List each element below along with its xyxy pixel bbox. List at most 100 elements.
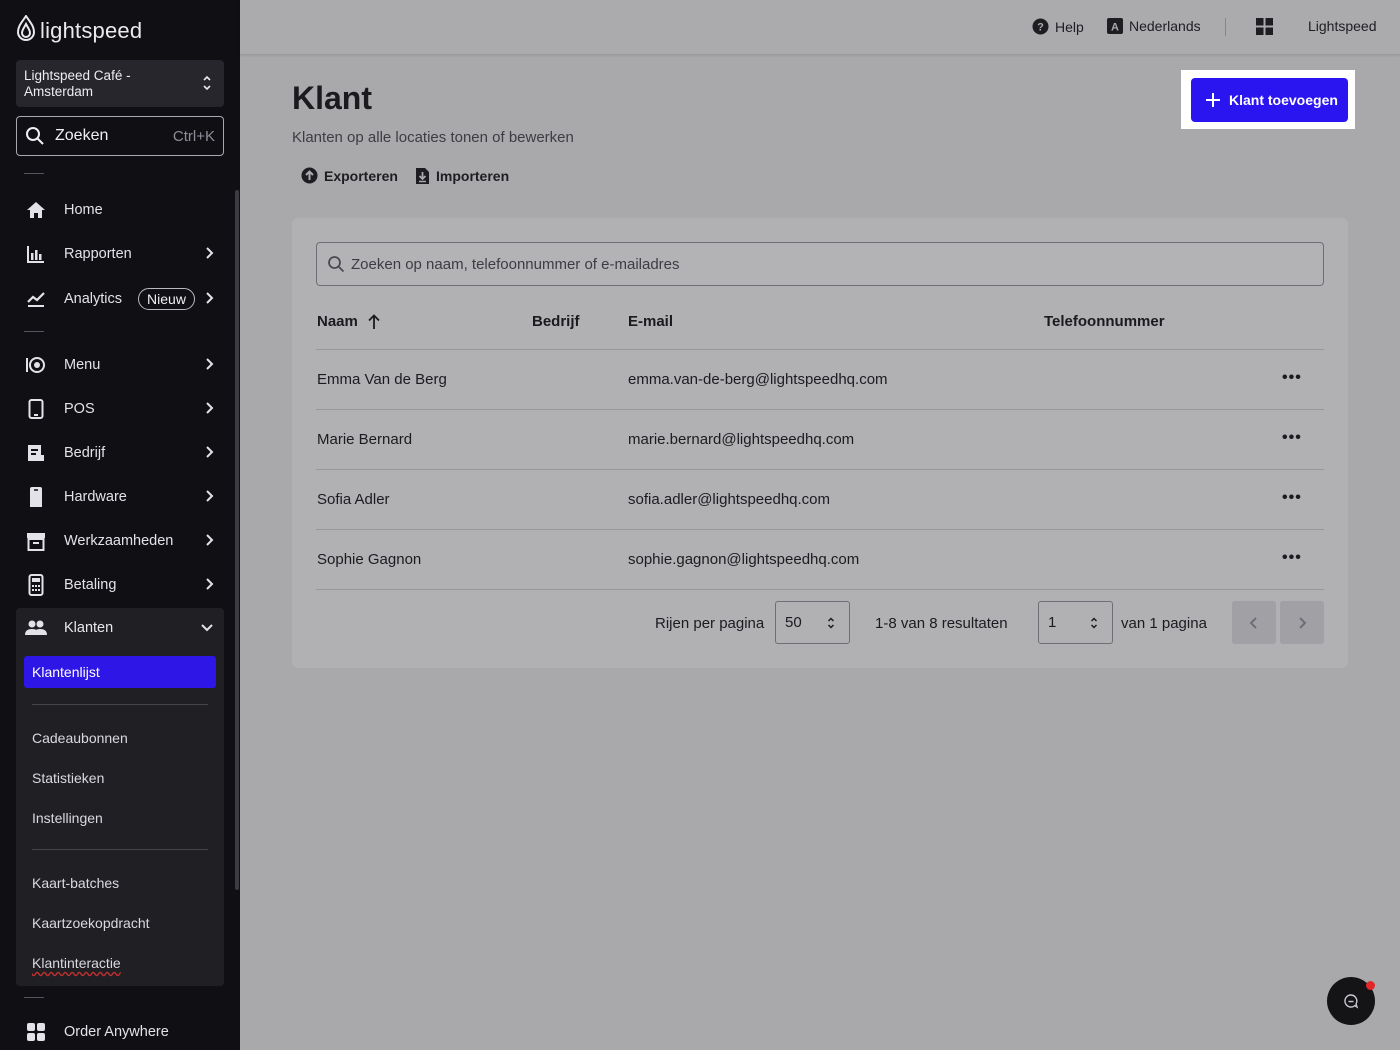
customers-submenu: Klanten Klantenlijst Cadeaubonnen Statis…: [16, 608, 224, 986]
upload-icon: [301, 167, 318, 184]
help-label: Help: [1055, 18, 1084, 35]
app-switcher-button[interactable]: [1256, 18, 1273, 35]
account-label: Lightspeed: [1308, 18, 1377, 34]
column-header-telefoonnummer[interactable]: Telefoonnummer: [1044, 313, 1165, 330]
row-more-icon[interactable]: •••: [1282, 549, 1302, 567]
import-button[interactable]: Importeren: [415, 167, 509, 185]
business-icon: [24, 441, 48, 465]
chevron-right-icon: [206, 402, 214, 414]
sidebar-item-kaart-batches[interactable]: Kaart-batches: [32, 875, 119, 891]
rows-per-page-value: 50: [785, 614, 802, 631]
column-header-naam[interactable]: Naam: [317, 313, 380, 330]
sidebar-item-label: Werkzaamheden: [64, 533, 174, 549]
help-link[interactable]: ? Help: [1032, 18, 1084, 35]
users-icon: [24, 616, 48, 640]
sidebar-item-statistieken[interactable]: Statistieken: [32, 770, 104, 786]
sidebar-item-bedrijf[interactable]: Bedrijf: [16, 433, 224, 473]
sidebar-item-rapporten[interactable]: Rapporten: [16, 234, 224, 274]
sidebar-item-home[interactable]: Home: [16, 190, 224, 230]
plus-icon: [1206, 93, 1220, 107]
sidebar-item-instellingen[interactable]: Instellingen: [32, 810, 103, 826]
menu-icon: [24, 353, 48, 377]
search-shortcut: Ctrl+K: [172, 127, 215, 145]
sidebar-item-label: Menu: [64, 357, 101, 373]
import-label: Importeren: [436, 168, 510, 184]
topbar-divider: [1225, 18, 1226, 36]
sidebar-item-label: Rapporten: [64, 246, 132, 262]
tablet-icon: [24, 397, 48, 421]
export-button[interactable]: Exporteren: [301, 167, 398, 184]
previous-page-button[interactable]: [1232, 601, 1276, 644]
rows-per-page-select[interactable]: 50: [775, 601, 850, 644]
updown-chevron-icon: [203, 75, 211, 91]
page-number-value: 1: [1048, 614, 1057, 631]
flame-logo-icon: [16, 13, 36, 48]
bar-chart-icon: [24, 242, 48, 266]
customer-email: marie.bernard@lightspeedhq.com: [628, 431, 855, 448]
svg-text:A: A: [1111, 22, 1119, 34]
home-icon: [24, 198, 48, 222]
location-switcher[interactable]: Lightspeed Café - Amsterdam: [16, 60, 224, 107]
global-search[interactable]: Zoeken Ctrl+K: [16, 116, 224, 156]
grid-apps-icon: [24, 1020, 48, 1044]
sidebar-item-cadeaubonnen[interactable]: Cadeaubonnen: [32, 730, 128, 746]
chevron-right-icon: [206, 490, 214, 502]
chevron-right-icon: [206, 534, 214, 546]
sidebar-item-menu[interactable]: Menu: [16, 345, 224, 385]
customers-card: Zoeken op naam, telefoonnummer of e-mail…: [292, 218, 1348, 668]
row-more-icon[interactable]: •••: [1282, 489, 1302, 507]
row-divider: [316, 349, 1324, 350]
chevron-right-icon: [1299, 616, 1307, 629]
search-icon: [26, 127, 44, 145]
next-page-button[interactable]: [1280, 601, 1324, 644]
row-more-icon[interactable]: •••: [1282, 429, 1302, 447]
sidebar-item-betaling[interactable]: Betaling: [16, 565, 224, 605]
notification-dot: [1366, 981, 1375, 990]
svg-text:?: ?: [1037, 22, 1044, 34]
sidebar-item-analytics[interactable]: Analytics Nieuw: [16, 279, 224, 319]
customer-search-input[interactable]: Zoeken op naam, telefoonnummer of e-mail…: [316, 242, 1324, 286]
sidebar-item-label: Home: [64, 202, 103, 218]
account-menu[interactable]: Lightspeed: [1308, 18, 1377, 34]
sidebar-item-hardware[interactable]: Hardware: [16, 477, 224, 517]
sidebar-item-klantinteractie[interactable]: Klantinteractie: [32, 955, 121, 971]
column-header-bedrijf[interactable]: Bedrijf: [532, 313, 580, 330]
divider: [24, 173, 44, 174]
logo-text: lightspeed: [40, 18, 143, 43]
divider: [32, 849, 208, 850]
page-number-select[interactable]: 1: [1038, 601, 1113, 644]
language-selector[interactable]: A Nederlands: [1107, 18, 1201, 34]
add-customer-button[interactable]: Klant toevoegen: [1191, 78, 1348, 122]
page-subtitle: Klanten op alle locaties tonen of bewerk…: [292, 129, 574, 146]
customer-email: sofia.adler@lightspeedhq.com: [628, 491, 831, 508]
sidebar-item-label: Hardware: [64, 489, 127, 505]
chevron-left-icon: [1249, 616, 1257, 629]
sidebar-item-label: Order Anywhere: [64, 1024, 169, 1040]
rows-per-page-label: Rijen per pagina: [655, 615, 765, 632]
new-badge: Nieuw: [138, 288, 195, 310]
help-icon: ?: [1032, 18, 1049, 35]
sidebar-item-label: Klanten: [64, 620, 114, 636]
lightspeed-logo[interactable]: lightspeed: [16, 13, 143, 48]
sidebar-item-kaartzoekopdracht[interactable]: Kaartzoekopdracht: [32, 915, 150, 931]
column-header-email[interactable]: E-mail: [628, 313, 673, 330]
sidebar-item-werkzaamheden[interactable]: Werkzaamheden: [16, 521, 224, 561]
sidebar-item-order-anywhere[interactable]: Order Anywhere: [16, 1012, 224, 1050]
chevron-right-icon: [206, 358, 214, 370]
hardware-icon: [24, 485, 48, 509]
sidebar-scrollbar[interactable]: [235, 190, 239, 890]
search-label: Zoeken: [55, 127, 109, 144]
row-divider: [316, 529, 1324, 530]
customer-name: Emma Van de Berg: [317, 371, 447, 388]
sidebar-item-klantenlijst[interactable]: Klantenlijst: [24, 656, 216, 688]
sidebar-item-klanten[interactable]: Klanten: [16, 608, 224, 648]
sidebar-item-label: Betaling: [64, 577, 117, 593]
add-customer-label: Klant toevoegen: [1229, 92, 1338, 108]
results-count: 1-8 van 8 resultaten: [875, 615, 1008, 632]
customer-email: sophie.gagnon@lightspeedhq.com: [628, 551, 860, 568]
sidebar-item-pos[interactable]: POS: [16, 389, 224, 429]
chat-bubble-icon: [1344, 994, 1359, 1009]
sidebar-item-label: Analytics: [64, 291, 123, 307]
row-more-icon[interactable]: •••: [1282, 369, 1302, 387]
divider: [24, 331, 44, 332]
